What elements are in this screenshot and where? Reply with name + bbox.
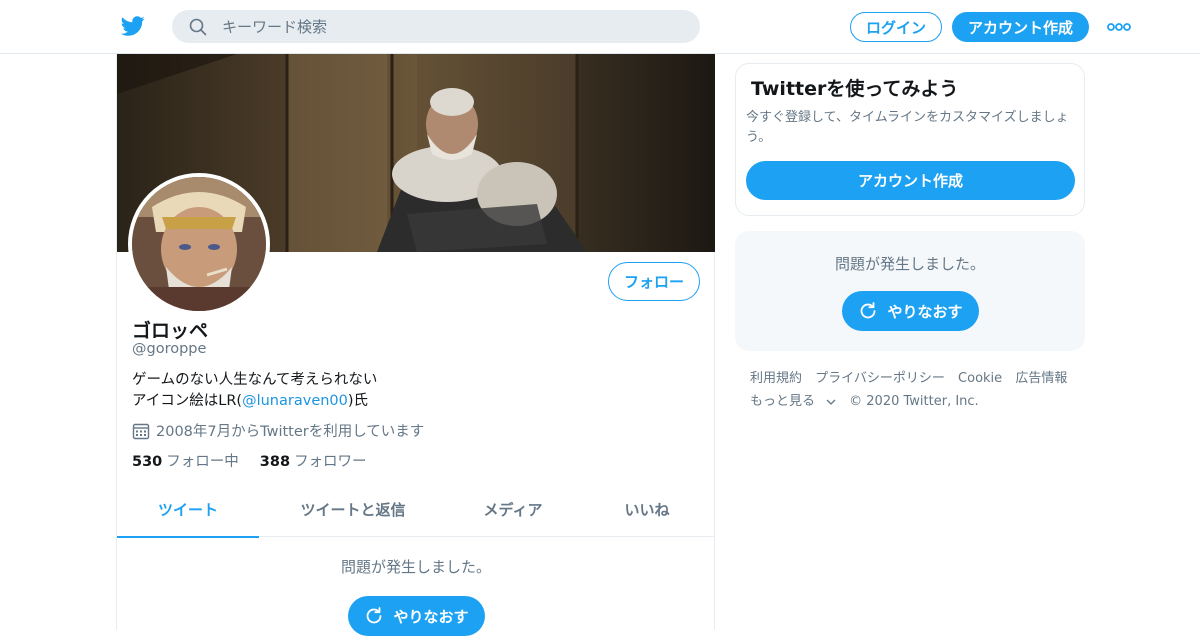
signup-button[interactable]: アカウント作成 — [952, 12, 1089, 42]
following-stat[interactable]: 530 フォロー中 — [132, 450, 239, 471]
tab-likes[interactable]: いいね — [579, 482, 715, 537]
chevron-down-icon — [826, 399, 836, 405]
login-button[interactable]: ログイン — [850, 12, 942, 42]
retry-label: やりなおす — [393, 607, 469, 626]
sidebar-error-message: 問題が発生しました。 — [834, 255, 985, 273]
bio-line-2: アイコン絵はLR(@lunaraven00)氏 — [132, 391, 377, 412]
followers-label: フォロワー — [294, 454, 367, 470]
followers-stat[interactable]: 388 フォロワー — [260, 450, 367, 471]
followers-count: 388 — [259, 454, 291, 470]
refresh-icon — [367, 607, 382, 624]
refresh-icon — [861, 302, 876, 319]
bio-line-1: ゲームのない人生なんて考えられない — [132, 372, 378, 388]
twitter-bird-icon[interactable] — [120, 14, 146, 38]
signup-card-description: 今すぐ登録して、タイムラインをカスタマイズしましょう。 — [746, 110, 1069, 145]
footer-link-privacy[interactable]: プライバシーポリシー — [815, 371, 945, 386]
profile-avatar[interactable] — [128, 173, 270, 315]
top-navigation-bar: ログイン アカウント作成 — [0, 0, 1200, 54]
bio-suffix: )氏 — [347, 393, 369, 409]
profile-column: フォロー ゴロッペ @goroppe ゲームのない人生なんて考えられない アイコ… — [116, 54, 715, 636]
joined-date: 2008年7月からTwitterを利用しています — [132, 420, 424, 441]
search-icon — [189, 18, 207, 36]
footer-copyright: © 2020 Twitter, Inc. — [849, 394, 979, 409]
profile-name: ゴロッペ — [132, 320, 209, 342]
more-options-icon[interactable] — [1106, 18, 1132, 36]
footer-more-link[interactable]: もっと見る — [750, 394, 836, 409]
profile-tabs: ツイート ツイートと返信 メディア いいね — [117, 482, 715, 538]
calendar-icon — [132, 423, 150, 439]
profile-stats: 530 フォロー中 388 フォロワー — [132, 450, 367, 471]
footer-more-label: もっと見る — [750, 394, 816, 409]
joined-text: 2008年7月からTwitterを利用しています — [156, 424, 425, 440]
sidebar-error-card: 問題が発生しました。 やりなおす — [735, 231, 1085, 351]
following-label: フォロー中 — [166, 454, 239, 470]
retry-label: やりなおす — [887, 302, 963, 321]
sidebar-retry-button[interactable]: やりなおす — [842, 291, 979, 331]
search-bar[interactable] — [172, 10, 700, 43]
footer-link-terms[interactable]: 利用規約 — [750, 371, 802, 386]
signup-prompt-card: Twitterを使ってみよう 今すぐ登録して、タイムラインをカスタマイズしましょ… — [735, 63, 1085, 216]
sidebar-footer: 利用規約 プライバシーポリシー Cookie 広告情報 もっと見る © 2020… — [750, 367, 1085, 413]
tab-media[interactable]: メディア — [447, 482, 579, 537]
bio-mention-link[interactable]: @lunaraven00 — [242, 393, 348, 409]
signup-card-title: Twitterを使ってみよう — [751, 78, 959, 100]
follow-button[interactable]: フォロー — [608, 262, 700, 301]
profile-handle: @goroppe — [132, 341, 207, 357]
bio-prefix: アイコン絵はLR( — [132, 393, 243, 409]
tab-tweets-and-replies[interactable]: ツイートと返信 — [259, 482, 447, 537]
signup-card-button[interactable]: アカウント作成 — [746, 161, 1075, 200]
footer-link-cookie[interactable]: Cookie — [958, 371, 1002, 386]
timeline-retry-button[interactable]: やりなおす — [348, 596, 485, 636]
search-input[interactable] — [222, 10, 682, 43]
profile-bio: ゲームのない人生なんて考えられない アイコン絵はLR(@lunaraven00)… — [132, 370, 377, 412]
timeline-error-message: 問題が発生しました。 — [340, 558, 491, 576]
following-count: 530 — [132, 454, 163, 470]
tab-tweets[interactable]: ツイート — [117, 482, 259, 538]
footer-link-ads[interactable]: 広告情報 — [1015, 371, 1067, 386]
